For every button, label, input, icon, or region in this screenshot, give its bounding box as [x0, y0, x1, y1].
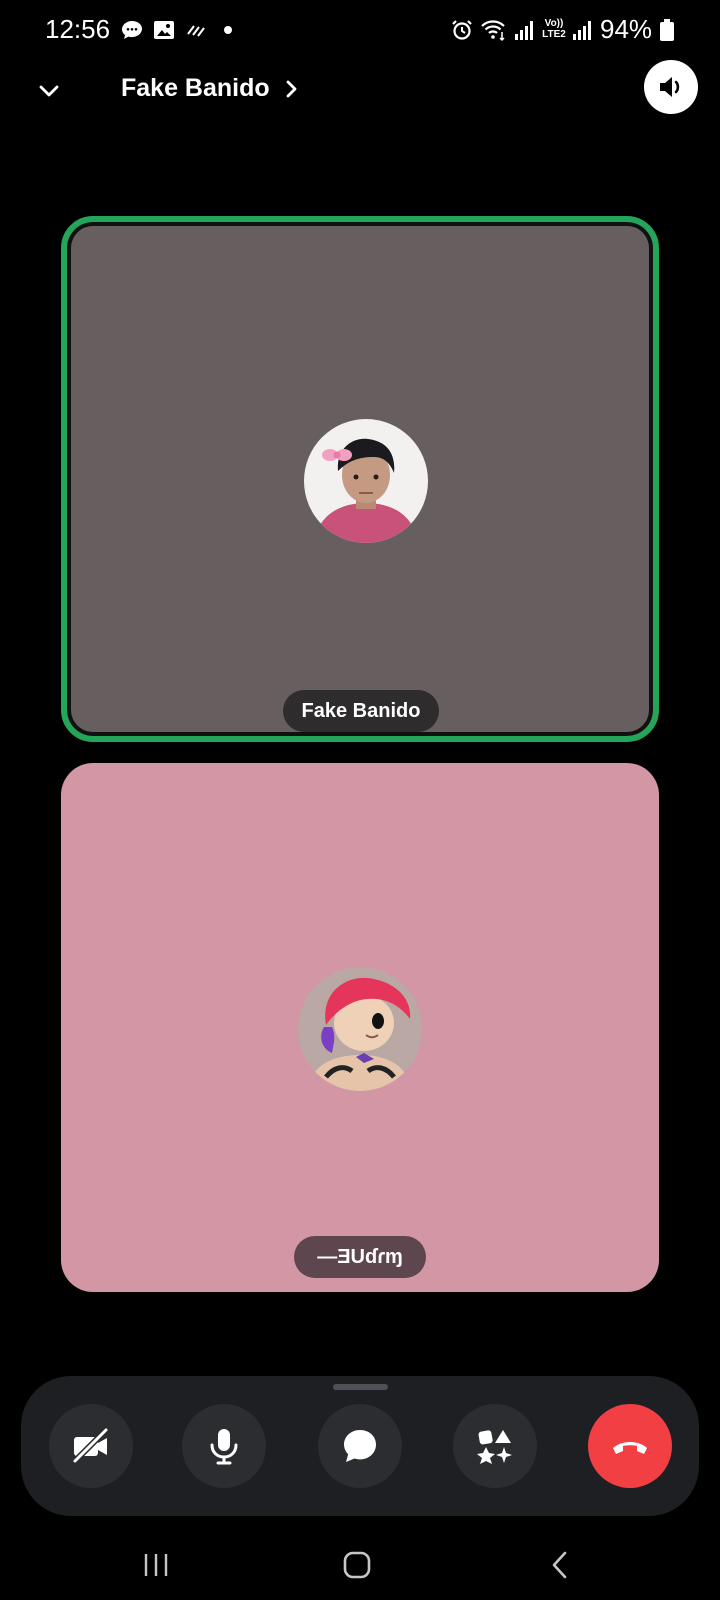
home-icon	[343, 1551, 371, 1579]
signal-1-icon	[515, 21, 533, 40]
signal-2-icon	[573, 21, 591, 40]
back-button[interactable]	[540, 1548, 580, 1582]
camera-off-icon	[72, 1427, 109, 1464]
call-controls-tray	[21, 1376, 699, 1516]
message-notification-icon	[122, 21, 142, 39]
open-chat-button[interactable]	[318, 1404, 402, 1488]
participant-tile-speaking[interactable]: Fake Banido	[61, 216, 659, 742]
microphone-icon	[210, 1429, 238, 1465]
chevron-down-icon	[39, 85, 59, 97]
gallery-notification-icon	[154, 21, 174, 39]
speaker-icon	[660, 77, 680, 97]
more-notifications-dot-icon	[224, 26, 232, 34]
status-time: 12:56	[45, 14, 111, 44]
hang-up-icon	[613, 1442, 647, 1454]
alarm-icon	[452, 20, 472, 40]
wifi-icon	[481, 20, 505, 42]
speaker-button[interactable]	[644, 60, 698, 114]
status-bar: 12:56 Vo)) LTE2 94%	[0, 0, 720, 64]
chat-bubble-icon	[344, 1430, 376, 1462]
recent-apps-icon	[144, 1554, 168, 1576]
end-call-button[interactable]	[588, 1404, 672, 1488]
participant-avatar	[298, 967, 422, 1091]
system-navigation-bar	[0, 1530, 720, 1600]
minimize-call-button[interactable]	[26, 68, 72, 114]
data-activity-icon	[187, 25, 205, 37]
participant-name-label: Fake Banido	[283, 690, 439, 732]
battery-percent: 94%	[600, 14, 653, 44]
recent-apps-button[interactable]	[136, 1548, 176, 1582]
call-title[interactable]: Fake Banido	[121, 74, 270, 103]
toggle-camera-button[interactable]	[49, 1404, 133, 1488]
toggle-mute-button[interactable]	[182, 1404, 266, 1488]
volte-lte2-indicator: Vo)) LTE2	[542, 18, 566, 40]
chevron-right-icon[interactable]	[282, 76, 302, 102]
participant-name-label: —ƎUɗɾɱ	[294, 1236, 426, 1278]
back-chevron-icon	[552, 1551, 567, 1579]
activities-shapes-icon	[477, 1430, 512, 1464]
battery-icon	[660, 19, 674, 41]
participant-tile[interactable]: —ƎUɗɾɱ	[61, 763, 659, 1292]
activities-button[interactable]	[453, 1404, 537, 1488]
home-button[interactable]	[337, 1548, 377, 1582]
participant-avatar	[304, 419, 428, 543]
drag-handle[interactable]	[333, 1384, 388, 1390]
